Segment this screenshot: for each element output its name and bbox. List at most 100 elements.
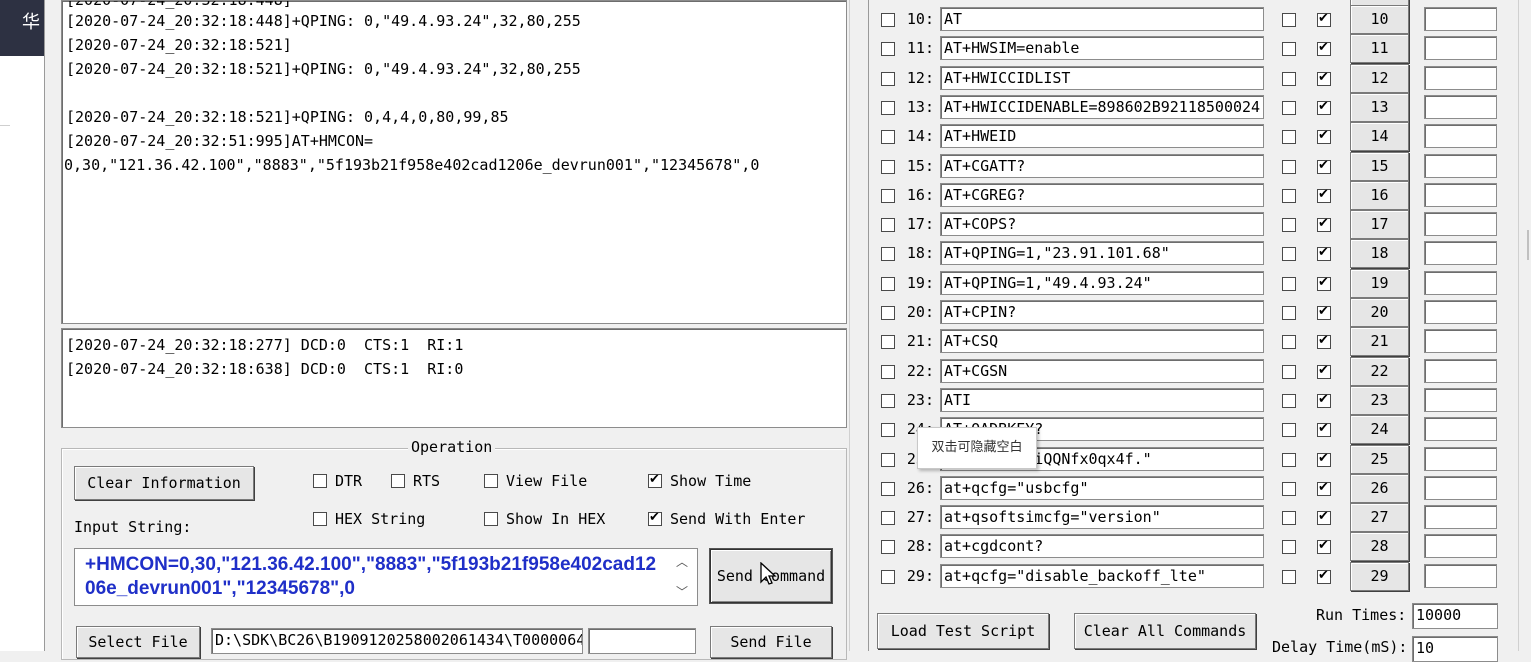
command-send-button[interactable]: 29 [1350,561,1409,591]
command-select-checkbox[interactable] [881,71,895,86]
command-select-checkbox[interactable] [881,247,895,262]
command-hex-checkbox[interactable] [1282,188,1296,203]
send-with-enter-checkbox[interactable]: Send With Enter [648,510,805,528]
command-hex-checkbox[interactable] [1282,42,1296,57]
command-input[interactable]: AT+CGSN [940,358,1264,383]
command-select-checkbox[interactable] [881,13,895,27]
command-send-button[interactable]: 24 [1350,415,1409,445]
command-hex-checkbox[interactable] [1282,364,1296,379]
command-select-checkbox[interactable] [881,188,895,203]
command-hex-checkbox[interactable] [1282,306,1296,320]
command-hex-checkbox[interactable] [1282,393,1296,408]
command-send-button[interactable]: 20 [1350,298,1409,327]
hex-string-checkbox[interactable]: HEX String [313,510,425,528]
command-enter-checkbox[interactable] [1317,128,1331,145]
command-hex-checkbox[interactable] [1282,13,1296,27]
command-hex-checkbox[interactable] [1282,452,1296,467]
input-string-value[interactable]: +HMCON=0,30,"121.36.42.100","8883","5f19… [85,553,660,601]
command-select-checkbox[interactable] [881,481,895,496]
command-enter-checkbox[interactable] [1317,187,1331,203]
command-enter-checkbox[interactable] [1317,304,1331,320]
command-send-button[interactable]: 25 [1350,444,1409,474]
rts-check-box[interactable] [391,474,405,488]
command-delay-field[interactable] [1424,505,1497,530]
command-enter-checkbox[interactable] [1317,70,1331,86]
command-select-checkbox[interactable] [881,511,895,526]
command-delay-field[interactable] [1424,534,1497,559]
command-input[interactable]: AT+CGATT? [940,153,1264,178]
command-enter-checkbox[interactable] [1317,275,1331,291]
view-file-check-box[interactable] [484,474,498,488]
command-send-button[interactable]: 21 [1350,327,1409,357]
load-test-script-button[interactable]: Load Test Script [877,613,1049,649]
command-hex-checkbox[interactable] [1282,247,1296,262]
command-select-checkbox[interactable] [881,540,895,555]
command-delay-field[interactable] [1424,329,1497,354]
command-input[interactable]: AT [940,7,1264,31]
command-hex-checkbox[interactable] [1282,423,1296,438]
command-delay-field[interactable] [1424,358,1497,383]
command-select-checkbox[interactable] [881,423,895,438]
command-input[interactable]: AT+HWEID [940,124,1264,149]
command-enter-checkbox[interactable] [1317,509,1331,526]
command-enter-checkbox[interactable] [1317,158,1331,174]
command-input[interactable]: at+cgdcont? [940,534,1264,559]
command-enter-checkbox[interactable] [1317,451,1331,467]
command-input[interactable]: AT+HWICCIDLIST [940,65,1264,90]
command-hex-checkbox[interactable] [1282,569,1296,584]
command-delay-field[interactable] [1424,182,1497,207]
command-input[interactable]: AT+HWSIM=enable [940,36,1264,61]
command-enter-checkbox[interactable] [1317,363,1331,379]
rts-checkbox[interactable]: RTS [391,472,440,490]
command-hex-checkbox[interactable] [1282,481,1296,496]
command-delay-field[interactable] [1424,7,1497,31]
command-send-button[interactable]: 10 [1350,5,1409,34]
command-delay-field[interactable] [1424,387,1497,412]
command-send-button[interactable]: 27 [1350,503,1409,533]
command-delay-field[interactable] [1424,124,1497,149]
command-hex-checkbox[interactable] [1282,71,1296,86]
command-select-checkbox[interactable] [881,276,895,291]
command-select-checkbox[interactable] [881,393,895,408]
command-send-button[interactable]: 12 [1350,63,1409,93]
modem-status-pane[interactable]: [2020-07-24_20:32:18:277] DCD:0 CTS:1 RI… [61,328,847,428]
command-select-checkbox[interactable] [881,335,895,350]
command-delay-field[interactable] [1424,241,1497,266]
delay-time-field[interactable]: 10 [1412,636,1498,662]
clear-information-button[interactable]: Clear Information [74,466,254,500]
command-hex-checkbox[interactable] [1282,218,1296,233]
show-time-checkbox[interactable]: Show Time [648,472,751,490]
command-hex-checkbox[interactable] [1282,100,1296,115]
command-send-button[interactable]: 11 [1350,34,1409,64]
command-input[interactable]: AT+CPIN? [940,300,1264,324]
command-delay-field[interactable] [1424,563,1497,588]
input-string-field[interactable]: +HMCON=0,30,"121.36.42.100","8883","5f19… [74,548,698,606]
command-delay-field[interactable] [1424,446,1497,471]
command-delay-field[interactable] [1424,475,1497,500]
command-hex-checkbox[interactable] [1282,276,1296,291]
hex-string-check-box[interactable] [313,512,327,526]
command-enter-checkbox[interactable] [1317,392,1331,408]
command-input[interactable]: at+qsoftsimcfg="version" [940,505,1264,530]
command-select-checkbox[interactable] [881,364,895,379]
command-send-button[interactable]: 28 [1350,532,1409,562]
command-select-checkbox[interactable] [881,159,895,174]
command-delay-field[interactable] [1424,270,1497,295]
select-file-button[interactable]: Select File [76,626,200,658]
command-input[interactable]: AT+QPING=1,"49.4.93.24" [940,270,1264,295]
receive-log-pane[interactable]: [2020-07-24_20:32:18:448] [2020-07-24_20… [61,0,847,324]
command-send-button[interactable]: 19 [1350,268,1409,298]
command-send-button[interactable]: 13 [1350,92,1409,122]
command-input[interactable]: ATI [940,387,1264,412]
command-delay-field[interactable] [1424,36,1497,61]
command-send-button[interactable]: 26 [1350,473,1409,503]
command-input[interactable]: AT+CSQ [940,329,1264,354]
command-hex-checkbox[interactable] [1282,511,1296,526]
command-send-button[interactable]: 23 [1350,385,1409,415]
command-hex-checkbox[interactable] [1282,540,1296,555]
command-input[interactable]: at+qcfg="usbcfg" [940,475,1264,500]
send-file-button[interactable]: Send File [710,626,832,658]
command-select-checkbox[interactable] [881,130,895,145]
command-enter-checkbox[interactable] [1317,421,1331,438]
scroll-up-icon[interactable]: ︿ [676,553,688,570]
